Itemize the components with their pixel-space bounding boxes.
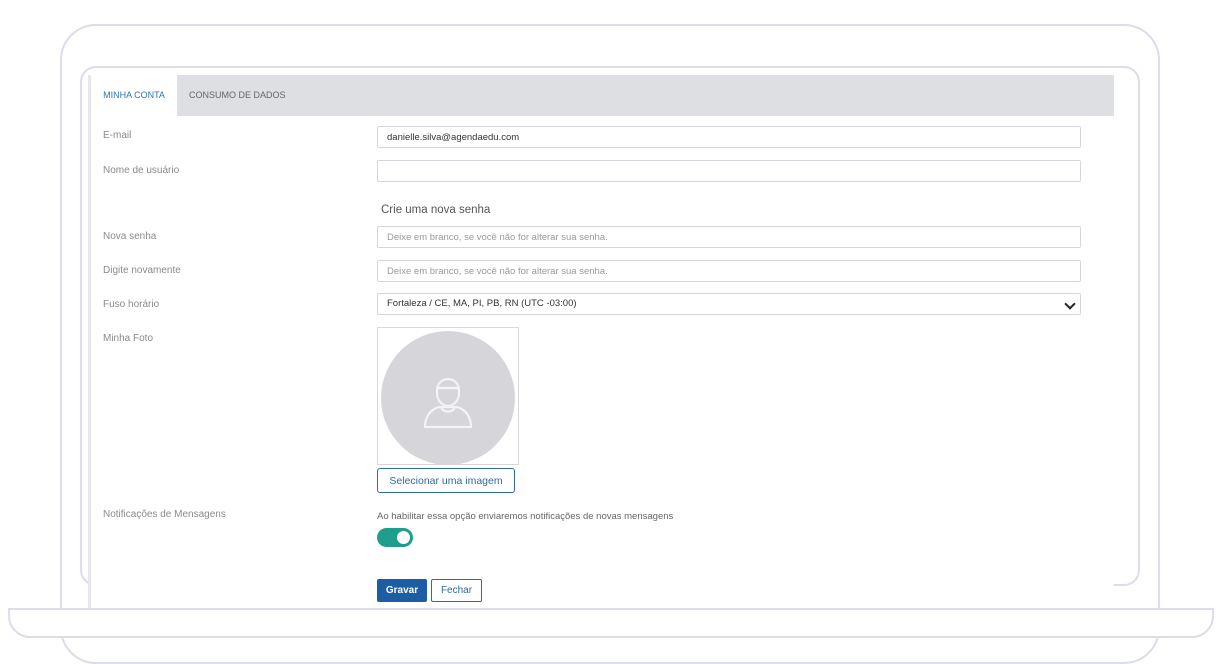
user-placeholder-icon xyxy=(423,377,473,429)
username-field[interactable] xyxy=(377,160,1081,182)
username-label: Nome de usuário xyxy=(103,165,180,176)
timezone-value: Fortaleza / CE, MA, PI, PB, RN (UTC -03:… xyxy=(387,298,577,309)
chevron-down-icon xyxy=(1064,298,1076,310)
tab-minha-conta[interactable]: MINHA CONTA xyxy=(91,75,177,116)
timezone-label: Fuso horário xyxy=(103,299,160,310)
close-button[interactable]: Fechar xyxy=(431,579,482,602)
toggle-knob xyxy=(397,531,410,544)
laptop-base xyxy=(8,608,1214,638)
notifications-toggle[interactable] xyxy=(377,528,413,547)
notifications-help-text: Ao habilitar essa opção enviaremos notif… xyxy=(377,511,674,522)
notifications-label: Notificações de Mensagens xyxy=(103,509,226,520)
tab-consumo-de-dados[interactable]: CONSUMO DE DADOS xyxy=(189,75,286,116)
select-image-button[interactable]: Selecionar uma imagem xyxy=(377,468,515,493)
photo-preview xyxy=(377,327,519,465)
confirm-password-label: Digite novamente xyxy=(103,265,181,276)
new-password-field[interactable] xyxy=(377,226,1081,248)
email-label: E-mail xyxy=(103,130,132,141)
timezone-select[interactable]: Fortaleza / CE, MA, PI, PB, RN (UTC -03:… xyxy=(377,293,1081,315)
confirm-password-field[interactable] xyxy=(377,260,1081,282)
save-button[interactable]: Gravar xyxy=(377,579,427,602)
email-field[interactable] xyxy=(377,126,1081,148)
password-section-title: Crie uma nova senha xyxy=(381,204,491,216)
avatar xyxy=(381,331,515,465)
tab-bar: MINHA CONTA CONSUMO DE DADOS xyxy=(91,75,1114,116)
account-settings-panel: MINHA CONTA CONSUMO DE DADOS E-mail Nome… xyxy=(88,75,1114,608)
photo-label: Minha Foto xyxy=(103,333,154,344)
new-password-label: Nova senha xyxy=(103,231,157,242)
